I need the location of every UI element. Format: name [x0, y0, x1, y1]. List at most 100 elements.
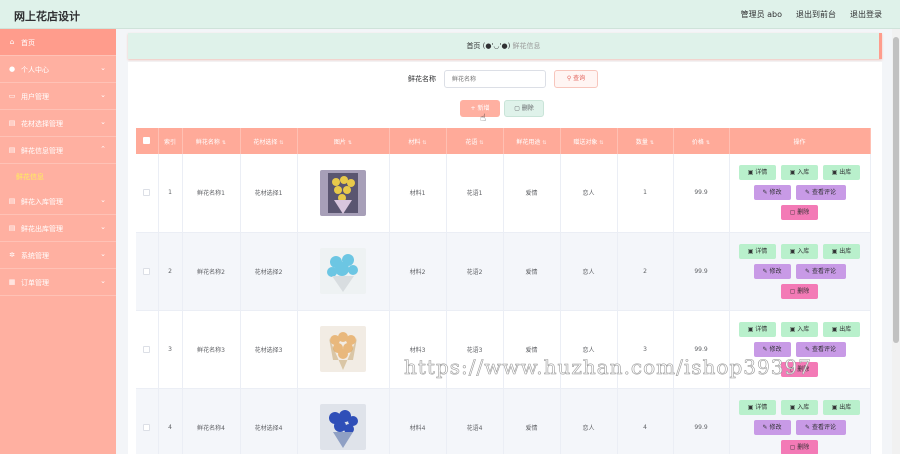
- edit-button[interactable]: ✎ 修改: [753, 419, 791, 435]
- stock-out-button[interactable]: ▣ 出库: [823, 243, 860, 259]
- row-checkbox[interactable]: [143, 423, 151, 431]
- sort-icon[interactable]: ⇅: [348, 140, 352, 146]
- search-button[interactable]: ⚲ 查询: [554, 70, 598, 88]
- flower-image[interactable]: [320, 169, 366, 216]
- stock-out-button[interactable]: ▣ 出库: [823, 399, 860, 415]
- flower-name-search-input[interactable]: [444, 70, 546, 88]
- stock-in-button[interactable]: ▣ 入库: [781, 321, 818, 337]
- row-checkbox-cell[interactable]: [136, 232, 159, 311]
- column-header[interactable]: 数量 ⇅: [617, 128, 674, 154]
- sidebar-item-home[interactable]: ⌂ 首页: [0, 29, 116, 56]
- user-icon: ●: [8, 65, 16, 73]
- row-checkbox[interactable]: [143, 189, 151, 197]
- cell-image: [297, 388, 390, 454]
- delete-row-button[interactable]: ▢ 删除: [781, 439, 818, 454]
- cell-index: 2: [158, 232, 183, 311]
- admin-user-label[interactable]: 管理员 abo: [741, 9, 782, 20]
- stock-in-button[interactable]: ▣ 入库: [781, 399, 818, 415]
- select-all-checkbox[interactable]: [143, 136, 151, 144]
- breadcrumb-home[interactable]: 首页: [466, 42, 480, 50]
- search-icon: ⚲: [566, 75, 572, 82]
- view-reviews-button[interactable]: ✎ 查看评论: [795, 263, 846, 279]
- sidebar-subitem-flower-info[interactable]: 鲜花信息: [0, 164, 116, 188]
- row-checkbox[interactable]: [143, 267, 151, 275]
- sort-icon[interactable]: ⇅: [599, 140, 603, 146]
- row-checkbox-cell[interactable]: [136, 388, 159, 454]
- stock-out-button[interactable]: ▣ 出库: [823, 165, 860, 181]
- scrollbar-thumb[interactable]: [893, 37, 899, 343]
- column-header[interactable]: 鲜花名称 ⇅: [182, 128, 241, 154]
- row-checkbox-cell[interactable]: [136, 154, 159, 233]
- view-reviews-button[interactable]: ✎ 查看评论: [795, 419, 846, 435]
- flower-image[interactable]: [320, 326, 366, 372]
- edit-button[interactable]: ✎ 修改: [753, 185, 791, 201]
- select-all-header[interactable]: [136, 128, 159, 154]
- table-header-row: 索引 鲜花名称 ⇅ 花材选择 ⇅ 图片 ⇅ 材料 ⇅ 花语 ⇅ 鲜花用途 ⇅ 赠送对象 ⇅ 数…: [136, 128, 871, 154]
- sidebar-item-label: 用户管理: [21, 93, 49, 101]
- logout-link[interactable]: 退出登录: [850, 9, 882, 20]
- column-header[interactable]: 花语 ⇅: [446, 128, 504, 154]
- edit-button[interactable]: ✎ 修改: [753, 263, 791, 279]
- stock-in-button[interactable]: ▣ 入库: [781, 165, 818, 181]
- sidebar-item-label: 花材选择管理: [21, 120, 63, 128]
- add-button[interactable]: + 新增 ☝: [460, 100, 500, 124]
- batch-delete-button[interactable]: ▢ 删除: [504, 100, 544, 117]
- sidebar-item-flower-info-management[interactable]: ▤ 鲜花信息管理 ⌃: [0, 137, 116, 164]
- sort-icon[interactable]: ⇅: [479, 140, 483, 146]
- chevron-down-icon: ⌄: [100, 277, 106, 285]
- page-scrollbar[interactable]: [892, 29, 900, 454]
- cell-name: 鲜花名称3: [182, 310, 241, 389]
- delete-row-button[interactable]: ▢ 删除: [781, 205, 818, 221]
- list-icon: ▤: [8, 146, 16, 154]
- column-header[interactable]: 价格 ⇅: [673, 128, 730, 154]
- column-header[interactable]: 图片 ⇅: [297, 128, 390, 154]
- view-reviews-button[interactable]: ✎ 查看评论: [795, 185, 846, 201]
- delete-row-button[interactable]: ▢ 删除: [781, 283, 818, 299]
- cell-image: [297, 310, 390, 389]
- sidebar-item-flower-in-management[interactable]: ▤ 鲜花入库管理 ⌄: [0, 188, 116, 215]
- detail-button[interactable]: ▣ 详情: [739, 399, 776, 415]
- detail-button[interactable]: ▣ 详情: [739, 321, 776, 337]
- detail-button[interactable]: ▣ 详情: [739, 243, 776, 259]
- breadcrumb-face: (●'◡'●): [482, 42, 511, 50]
- sidebar-item-label: 鲜花信息管理: [21, 147, 63, 155]
- cell-index: 3: [158, 310, 183, 389]
- cell-material: 材料4: [389, 388, 447, 454]
- cell-quantity: 4: [617, 388, 674, 454]
- sort-icon[interactable]: ⇅: [422, 140, 426, 146]
- cell-material-choice: 花材选择2: [240, 232, 298, 311]
- list-icon: ▤: [8, 197, 16, 205]
- row-checkbox[interactable]: [143, 345, 151, 353]
- sort-icon[interactable]: ⇅: [706, 140, 710, 146]
- flower-image[interactable]: [320, 248, 366, 294]
- stock-out-button[interactable]: ▣ 出库: [823, 321, 860, 337]
- sidebar-item-system-management[interactable]: ✲ 系统管理 ⌄: [0, 242, 116, 269]
- order-icon: ▦: [8, 278, 16, 286]
- users-icon: ▭: [8, 92, 16, 100]
- back-to-frontend-link[interactable]: 退出到前台: [796, 9, 836, 20]
- column-header[interactable]: 赠送对象 ⇅: [560, 128, 618, 154]
- column-header[interactable]: 花材选择 ⇅: [240, 128, 298, 154]
- column-header[interactable]: 鲜花用途 ⇅: [503, 128, 561, 154]
- cell-operations: ▣ 详情 ▣ 入库 ▣ 出库 ✎ 修改 ✎ 查看评论 ▢ 删除: [729, 388, 871, 454]
- column-header[interactable]: 材料 ⇅: [389, 128, 447, 154]
- sort-icon[interactable]: ⇅: [542, 140, 546, 146]
- sort-icon[interactable]: ⇅: [650, 140, 654, 146]
- main-content: 首页 (●'◡'●) 鲜花信息 鲜花名称 ⚲ 查询 + 新增 ☝ ▢ 删除: [116, 29, 892, 454]
- column-header: 操作: [729, 128, 871, 154]
- home-icon: ⌂: [9, 38, 15, 46]
- sidebar-item-order-management[interactable]: ▦ 订单管理 ⌄: [0, 269, 116, 296]
- sidebar-item-flower-out-management[interactable]: ▤ 鲜花出库管理 ⌄: [0, 215, 116, 242]
- flower-image[interactable]: [320, 404, 366, 450]
- list-icon: ▤: [8, 224, 16, 232]
- chevron-down-icon: ⌄: [100, 250, 106, 258]
- sort-icon[interactable]: ⇅: [279, 140, 283, 146]
- sidebar-item-material-management[interactable]: ▤ 花材选择管理 ⌄: [0, 110, 116, 137]
- sort-icon[interactable]: ⇅: [222, 140, 226, 146]
- detail-button[interactable]: ▣ 详情: [739, 165, 776, 181]
- row-checkbox-cell[interactable]: [136, 310, 159, 389]
- sidebar-item-personal-center[interactable]: ● 个人中心 ⌄: [0, 56, 116, 83]
- top-bar: 网上花店设计 管理员 abo 退出到前台 退出登录: [0, 0, 900, 29]
- sidebar-item-user-management[interactable]: ▭ 用户管理 ⌄: [0, 83, 116, 110]
- stock-in-button[interactable]: ▣ 入库: [781, 243, 818, 259]
